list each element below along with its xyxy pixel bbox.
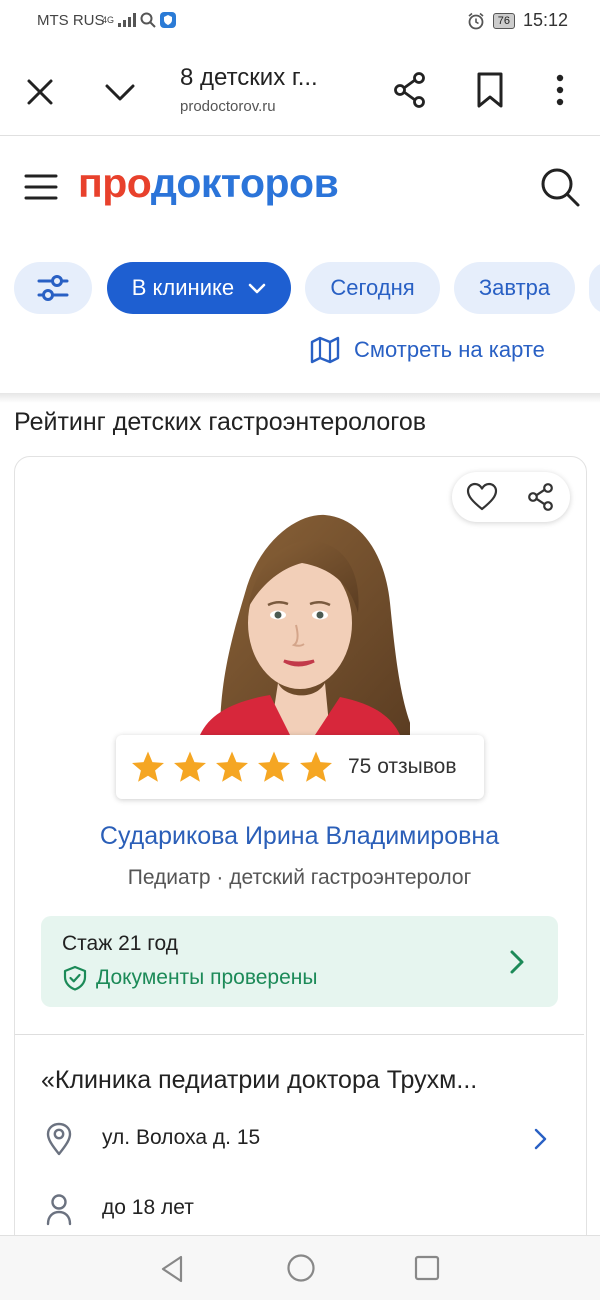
- card-actions: [452, 472, 570, 522]
- share-icon[interactable]: [390, 70, 430, 110]
- reviews-count: 75 отзывов: [348, 755, 457, 778]
- site-logo[interactable]: продокторов: [78, 160, 339, 207]
- star-icon: [174, 751, 206, 782]
- status-right: 76 15:12: [467, 10, 568, 31]
- home-icon[interactable]: [286, 1253, 316, 1283]
- status-bar: MTS RUS 4G 76 15:12: [0, 0, 600, 42]
- chevron-right-icon[interactable]: [505, 946, 529, 978]
- shield-app-icon: [160, 12, 177, 28]
- star-icon: [132, 751, 164, 782]
- clinic-address-row[interactable]: ул. Волоха д. 15: [41, 1120, 561, 1160]
- doctor-name-link[interactable]: Сударикова Ирина Владимировна: [14, 822, 585, 851]
- alarm-icon: [468, 12, 484, 29]
- filter-tomorrow-chip[interactable]: Завтра: [454, 262, 575, 314]
- system-navigation-bar: [0, 1235, 600, 1300]
- star-rating: [130, 750, 334, 784]
- filter-more-chip[interactable]: [589, 262, 600, 314]
- back-icon[interactable]: [158, 1254, 186, 1284]
- chevron-down-icon[interactable]: [100, 72, 140, 112]
- star-icon: [300, 751, 332, 782]
- card-divider: [15, 1034, 584, 1035]
- clock: 15:12: [522, 10, 568, 30]
- battery-indicator: 76: [492, 12, 515, 29]
- experience-panel[interactable]: [41, 916, 558, 1007]
- star-icon: [216, 751, 248, 782]
- doctor-specialty: Педиатр · детский гастроэнтеролог: [127, 866, 472, 889]
- logo-part-doctors: докторов: [150, 160, 339, 206]
- signal-icon: [118, 13, 137, 27]
- location-pin-icon: [46, 1122, 72, 1156]
- patient-age: до 18 лет: [102, 1196, 194, 1219]
- logo-part-pro: про: [78, 160, 151, 206]
- more-icon[interactable]: [545, 70, 575, 110]
- sliders-icon: [37, 275, 69, 301]
- person-icon: [46, 1194, 72, 1226]
- experience-years: Стаж 21 год: [62, 932, 178, 955]
- documents-verified: Документы проверены: [62, 965, 317, 991]
- close-icon[interactable]: [20, 72, 60, 112]
- shield-check-icon: [63, 965, 87, 991]
- signal-indicators: 4G: [102, 12, 177, 28]
- search-icon[interactable]: [538, 165, 582, 209]
- filter-today-chip[interactable]: Сегодня: [305, 262, 440, 314]
- chevron-right-icon: [534, 1128, 547, 1150]
- browser-toolbar: 8 детских г... prodoctorov.ru: [0, 42, 600, 136]
- view-on-map-link[interactable]: Смотреть на карте: [310, 336, 545, 364]
- filter-in-clinic-chip[interactable]: В клинике: [107, 262, 291, 314]
- share-icon[interactable]: [526, 482, 556, 512]
- rating-badge[interactable]: 75 отзывов: [116, 735, 484, 799]
- clinic-address: ул. Волоха д. 15: [102, 1126, 261, 1149]
- tab-title: 8 детских г...: [180, 64, 318, 91]
- doctor-photo: [200, 514, 410, 735]
- heart-icon[interactable]: [466, 482, 498, 512]
- map-icon: [310, 336, 340, 364]
- bookmark-icon[interactable]: [470, 70, 510, 110]
- clinic-name-link[interactable]: «Клиника педиатрии доктора Трухм...: [41, 1066, 477, 1095]
- chevron-down-icon: [248, 283, 266, 294]
- documents-verified-label: Документы проверены: [96, 966, 318, 989]
- hamburger-menu-icon[interactable]: [24, 172, 58, 202]
- page-url: prodoctorov.ru: [180, 98, 276, 115]
- carrier-name: MTS RUS: [37, 12, 105, 29]
- network-type: 4G: [102, 14, 115, 25]
- filter-settings-button[interactable]: [14, 262, 92, 314]
- patient-age-row: до 18 лет: [41, 1190, 561, 1230]
- search-icon: [140, 12, 156, 28]
- recent-apps-icon[interactable]: [414, 1255, 440, 1281]
- header-shadow: [0, 393, 600, 403]
- page-title: Рейтинг детских гастроэнтерологов: [14, 408, 427, 436]
- map-link-label: Смотреть на карте: [354, 337, 545, 362]
- chip-label: В клинике: [131, 275, 235, 300]
- star-icon: [258, 751, 290, 782]
